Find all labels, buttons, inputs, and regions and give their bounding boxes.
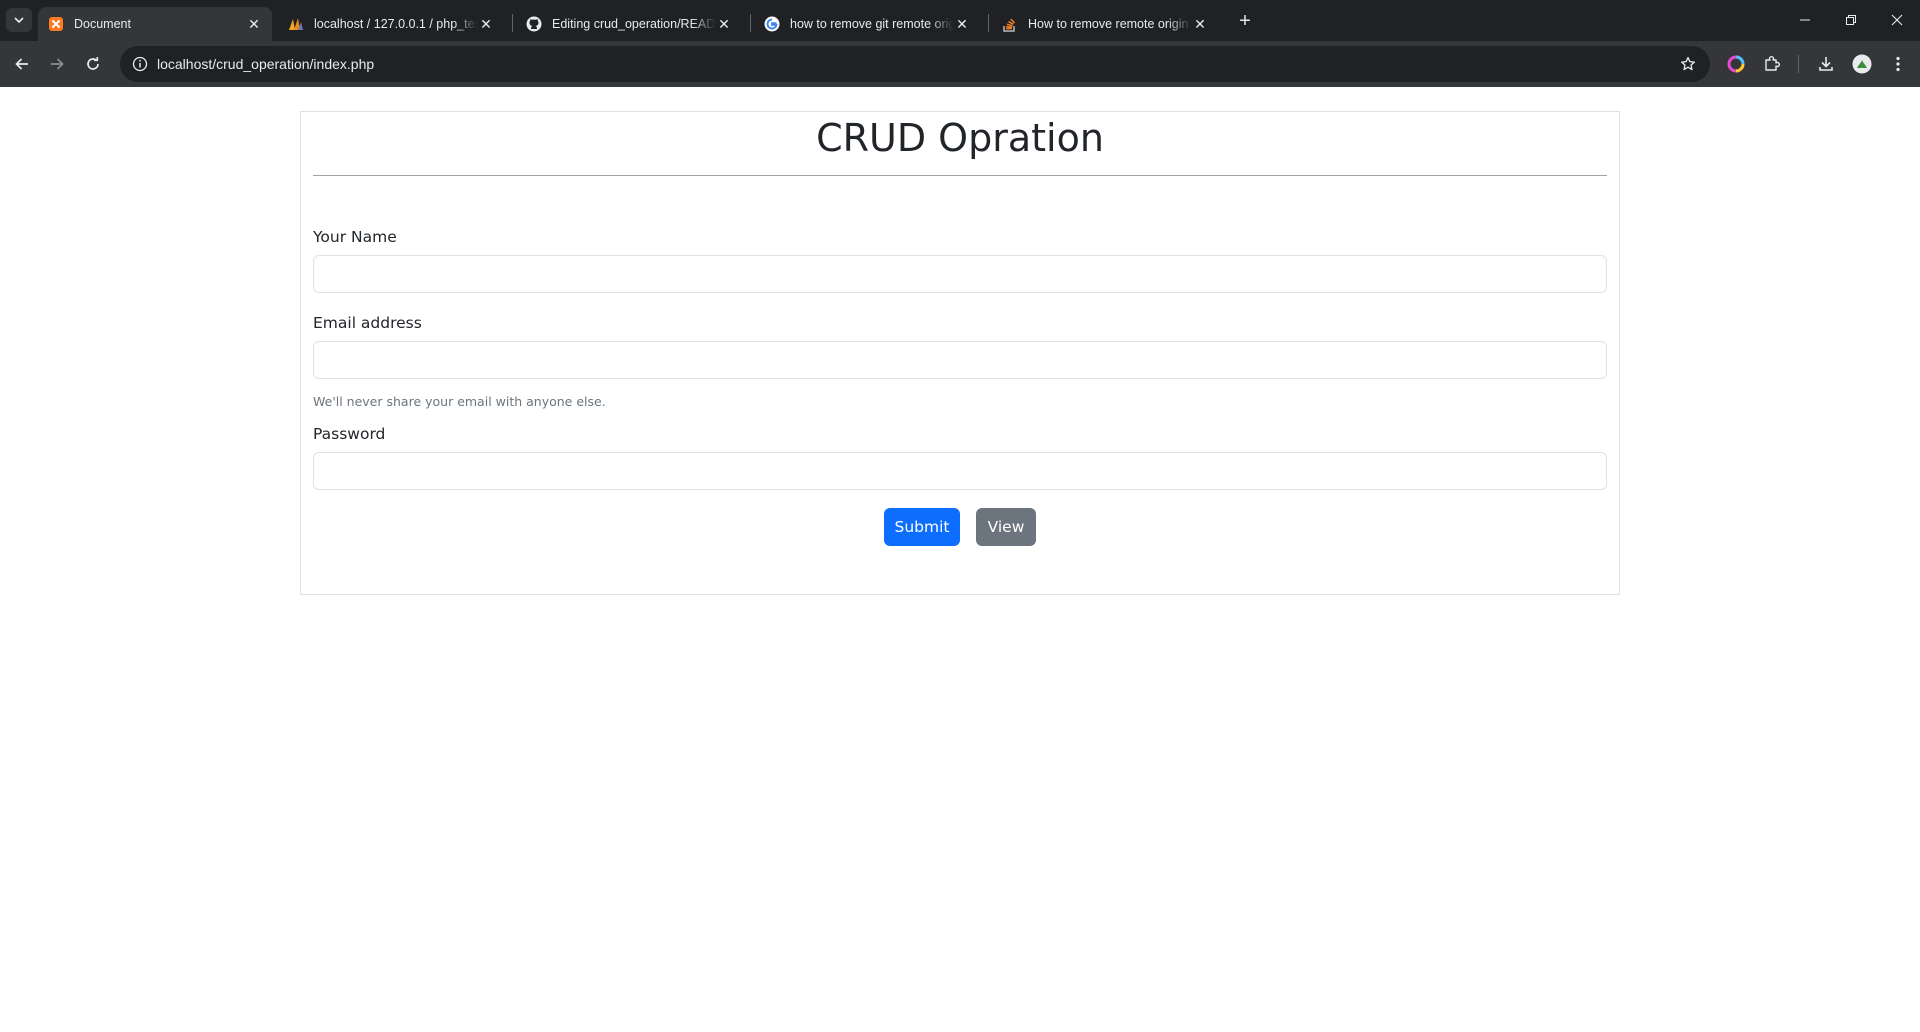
tab-phpmyadmin[interactable]: localhost / 127.0.0.1 / php_test ✕ [278, 7, 504, 41]
forward-button[interactable] [42, 49, 72, 79]
password-input[interactable] [313, 452, 1607, 490]
url-text[interactable]: localhost/crud_operation/index.php [157, 56, 374, 72]
close-icon[interactable]: ✕ [478, 16, 494, 32]
google-icon [764, 16, 780, 32]
reload-icon [87, 57, 99, 70]
tab-separator [988, 14, 989, 32]
close-icon[interactable]: ✕ [954, 16, 970, 32]
avatar[interactable] [1851, 53, 1873, 75]
page-title: CRUD Opration [816, 116, 1104, 160]
arrow-left-icon [15, 58, 28, 70]
tab-github[interactable]: Editing crud_operation/README ✕ [516, 7, 742, 41]
info-icon[interactable] [130, 54, 150, 74]
browser-toolbar: localhost/crud_operation/index.php [0, 41, 1920, 87]
close-icon[interactable]: ✕ [246, 16, 262, 32]
title-divider [313, 175, 1607, 176]
tab-document[interactable]: Document ✕ [38, 7, 272, 41]
name-label: Your Name [313, 228, 397, 246]
menu-kebab-icon[interactable] [1887, 53, 1909, 75]
tab-google-search[interactable]: how to remove git remote origin ✕ [754, 7, 980, 41]
minimize-icon [1800, 19, 1810, 21]
tab-title: Document [74, 17, 131, 31]
tab-separator [512, 14, 513, 32]
close-icon[interactable]: ✕ [1192, 16, 1208, 32]
address-bar[interactable]: localhost/crud_operation/index.php [120, 46, 1710, 82]
reload-button[interactable] [78, 49, 108, 79]
page-viewport: CRUD Opration Your Name Email address We… [0, 87, 1920, 1032]
minimize-button[interactable] [1782, 0, 1828, 40]
email-input[interactable] [313, 341, 1607, 379]
close-icon[interactable]: ✕ [716, 16, 732, 32]
form-card: CRUD Opration Your Name Email address We… [300, 111, 1620, 595]
new-tab-button[interactable]: + [1233, 9, 1257, 33]
tab-title: Editing crud_operation/README [552, 17, 716, 31]
tab-search-button[interactable] [6, 8, 32, 32]
restore-icon [1846, 15, 1856, 25]
tab-stackoverflow[interactable]: How to remove remote origin f ✕ [992, 7, 1218, 41]
tab-title: how to remove git remote origin [790, 17, 954, 31]
view-button[interactable]: View [976, 508, 1036, 546]
close-icon [1891, 14, 1903, 26]
tab-title: localhost / 127.0.0.1 / php_test [314, 17, 478, 31]
toolbar-separator [1798, 55, 1799, 73]
back-button[interactable] [7, 49, 37, 79]
chevron-down-icon [14, 17, 24, 24]
download-icon[interactable] [1815, 53, 1837, 75]
email-label: Email address [313, 314, 422, 332]
submit-button[interactable]: Submit [884, 508, 960, 546]
tab-strip: Document ✕ localhost / 127.0.0.1 / php_t… [0, 0, 1920, 41]
tab-title: How to remove remote origin f [1028, 17, 1192, 31]
extensions-puzzle-icon[interactable] [1761, 53, 1783, 75]
github-icon [526, 16, 542, 32]
star-icon[interactable] [1678, 54, 1698, 74]
email-help-text: We'll never share your email with anyone… [313, 394, 606, 409]
restore-button[interactable] [1828, 0, 1874, 40]
close-window-button[interactable] [1874, 0, 1920, 40]
arrow-right-icon [51, 58, 64, 70]
stackoverflow-icon [1002, 16, 1018, 32]
tab-separator [750, 14, 751, 32]
name-input[interactable] [313, 255, 1607, 293]
xampp-icon [48, 16, 64, 32]
password-label: Password [313, 425, 386, 443]
phpmyadmin-icon [288, 16, 304, 32]
color-extension-icon[interactable] [1725, 53, 1747, 75]
